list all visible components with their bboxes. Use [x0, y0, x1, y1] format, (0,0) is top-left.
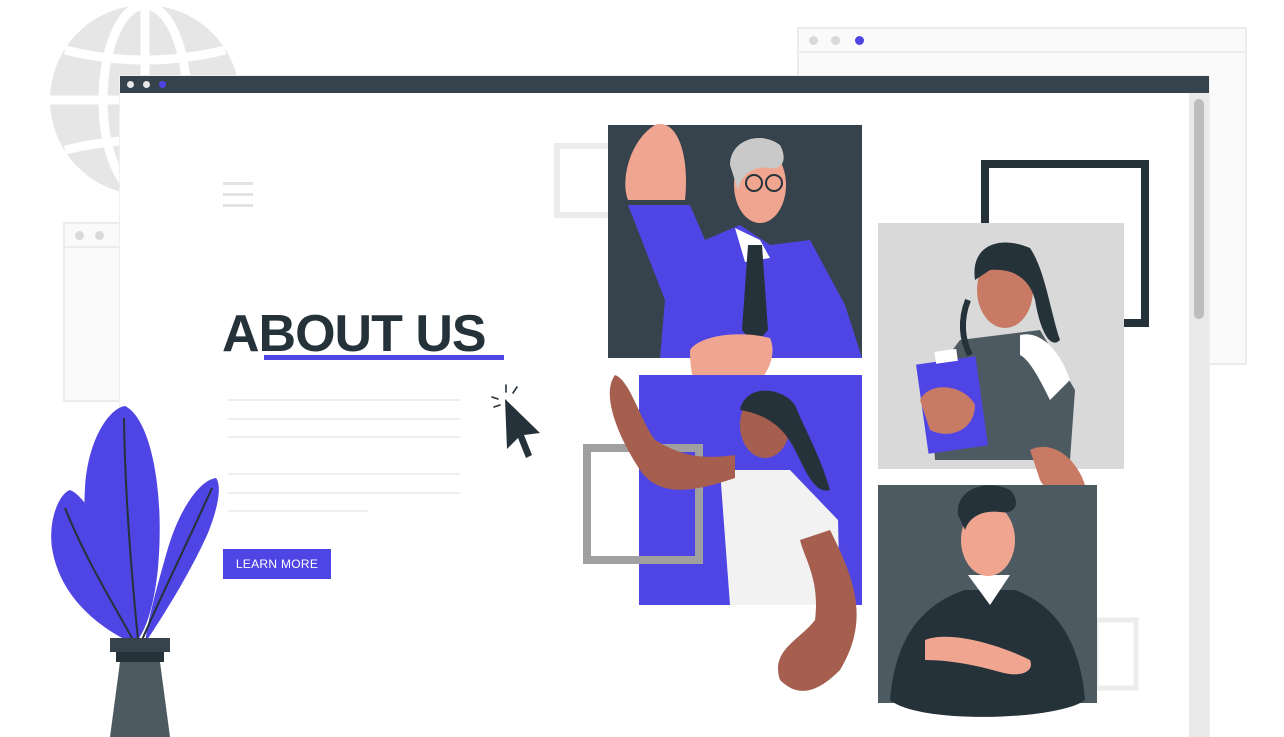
text-placeholder-line — [228, 418, 460, 420]
text-placeholder-line — [228, 492, 460, 494]
window-titlebar — [120, 76, 1209, 93]
team-photo-man-arms-crossed[interactable] — [878, 485, 1097, 717]
potted-plant — [51, 406, 219, 737]
text-placeholder-line — [228, 473, 460, 475]
window-dot[interactable] — [143, 81, 150, 88]
scrollbar-thumb[interactable] — [1194, 99, 1204, 319]
text-placeholder-line — [228, 436, 460, 438]
window-dot-active[interactable] — [159, 81, 166, 88]
window-dot[interactable] — [127, 81, 134, 88]
scrollbar[interactable] — [1189, 93, 1209, 737]
text-placeholder-line — [228, 510, 368, 512]
page-title: ABOUT US — [222, 305, 487, 363]
mouse-pointer-icon — [491, 384, 540, 458]
hamburger-icon[interactable] — [223, 182, 253, 208]
text-placeholder-line — [228, 399, 460, 401]
